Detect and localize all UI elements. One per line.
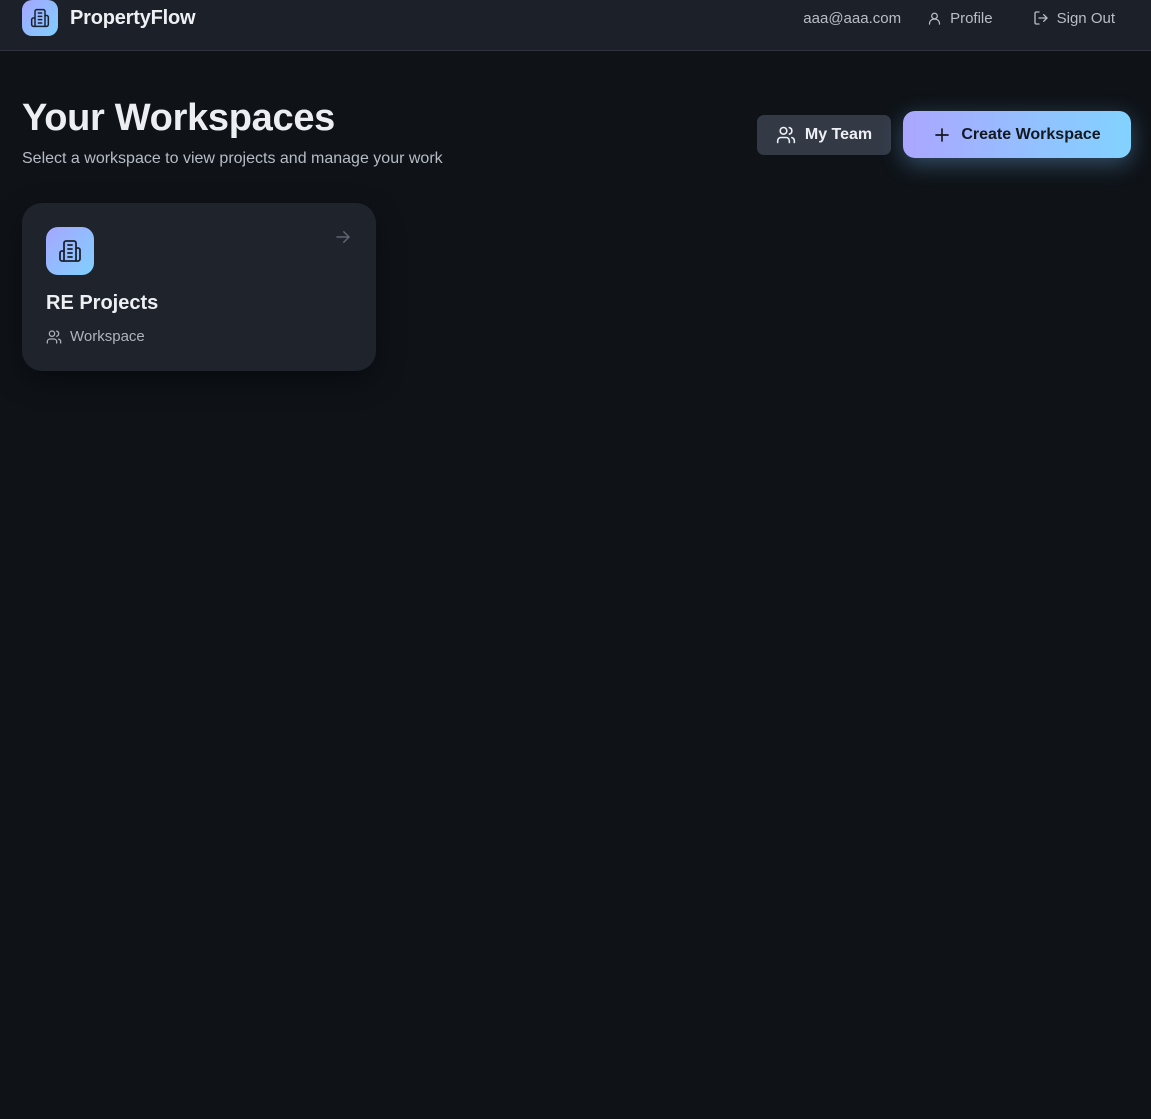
building-icon bbox=[22, 0, 58, 36]
page-title: Your Workspaces bbox=[22, 97, 335, 139]
page-subtitle: Select a workspace to view projects and … bbox=[22, 150, 443, 167]
arrow-right-icon bbox=[334, 228, 352, 251]
profile-link-label: Profile bbox=[950, 9, 993, 27]
user-email: aaa@aaa.com bbox=[803, 9, 902, 27]
building-icon bbox=[46, 227, 94, 275]
users-icon bbox=[776, 126, 795, 144]
brand[interactable]: PropertyFlow bbox=[22, 0, 196, 36]
brand-name: PropertyFlow bbox=[70, 6, 196, 29]
top-navigation-bar: PropertyFlow aaa@aaa.com Profile Sign Ou… bbox=[0, 0, 1151, 51]
plus-icon bbox=[935, 127, 950, 142]
user-icon bbox=[928, 12, 941, 25]
workspace-name: RE Projects bbox=[46, 292, 159, 314]
sign-out-link-label: Sign Out bbox=[1056, 9, 1115, 27]
workspace-card[interactable]: RE Projects Workspace bbox=[22, 203, 376, 371]
create-workspace-button[interactable]: Create Workspace bbox=[903, 111, 1131, 158]
users-icon bbox=[46, 329, 62, 344]
workspace-type-label: Workspace bbox=[70, 328, 145, 345]
create-workspace-button-label: Create Workspace bbox=[961, 125, 1101, 143]
header-user-menu: aaa@aaa.com Profile Sign Out bbox=[803, 0, 1115, 36]
sign-out-link[interactable]: Sign Out bbox=[1033, 10, 1115, 27]
my-team-button[interactable]: My Team bbox=[757, 115, 891, 155]
profile-link[interactable]: Profile bbox=[927, 10, 993, 27]
log-out-icon bbox=[1033, 11, 1048, 25]
workspace-type: Workspace bbox=[46, 328, 145, 345]
my-team-button-label: My Team bbox=[804, 126, 873, 143]
